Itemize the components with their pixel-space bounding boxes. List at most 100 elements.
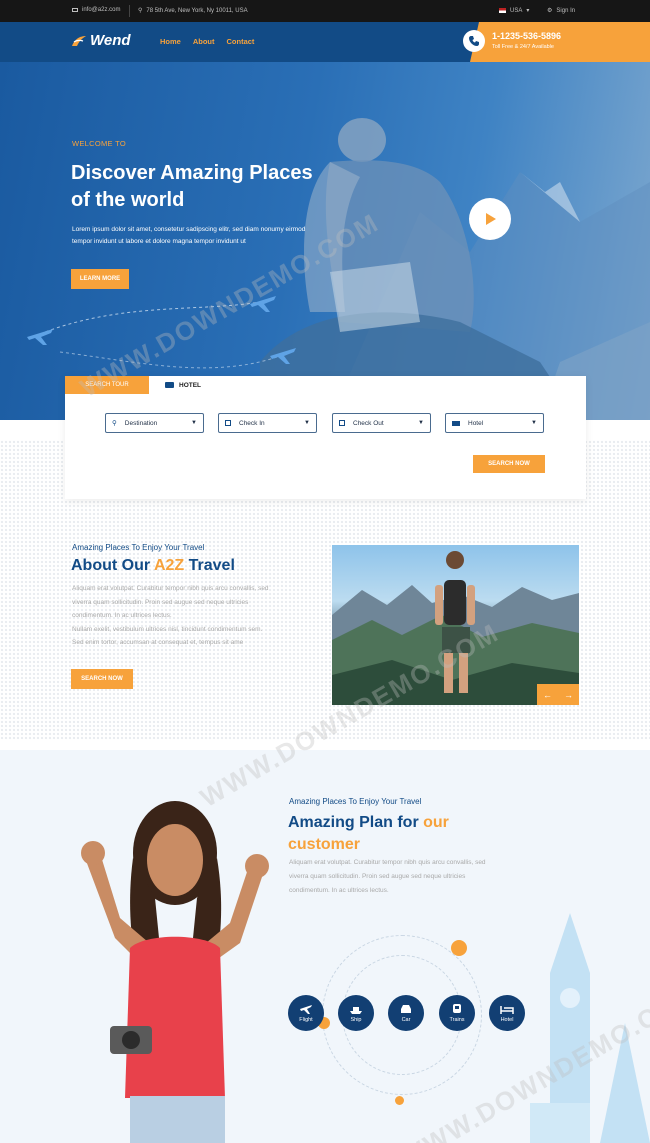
landmarks-illustration bbox=[530, 913, 650, 1143]
destination-select[interactable]: ⚲ Destination ▼ bbox=[105, 413, 204, 433]
phone-icon[interactable] bbox=[463, 30, 485, 52]
orbit-dot bbox=[451, 940, 467, 956]
logo-swoosh-icon bbox=[72, 35, 86, 46]
service-hotel[interactable]: Hotel bbox=[489, 995, 525, 1031]
signin-link[interactable]: ⚙ Sign In bbox=[547, 7, 576, 15]
arrow-left-icon[interactable]: ← bbox=[543, 690, 552, 700]
service-flight[interactable]: Flight bbox=[288, 995, 324, 1031]
calendar-icon bbox=[339, 420, 345, 426]
service-label: Hotel bbox=[500, 1017, 514, 1023]
plan-text-line: condimentum. In ac ultrices lectus. bbox=[289, 887, 389, 894]
airplane-icon bbox=[300, 1005, 312, 1014]
learn-more-button[interactable]: LEARN MORE bbox=[71, 269, 129, 289]
about-text-line: condimentum. In ac ultrices lectus. bbox=[72, 612, 172, 620]
search-panel bbox=[65, 376, 586, 499]
airplane-icon bbox=[27, 329, 53, 345]
about-title-part2: Travel bbox=[184, 557, 235, 574]
location-pin-icon: ⚲ bbox=[112, 420, 117, 427]
service-label: Car bbox=[401, 1017, 411, 1023]
bed-icon bbox=[452, 420, 460, 426]
logo-text: Wend bbox=[90, 32, 131, 49]
service-label: Ship bbox=[350, 1017, 362, 1023]
checkin-select[interactable]: Check In ▼ bbox=[218, 413, 317, 433]
orbit-dot bbox=[395, 1096, 404, 1105]
about-title: About Our A2Z Travel bbox=[71, 557, 235, 575]
service-ship[interactable]: Ship bbox=[338, 995, 374, 1031]
bed-icon bbox=[500, 1006, 514, 1014]
search-now-button[interactable]: SEARCH NOW bbox=[473, 455, 545, 473]
play-icon bbox=[486, 213, 496, 225]
about-text-line: Sed enim tortor, accumsan at consequat e… bbox=[72, 639, 244, 647]
hero-desc-line1: Lorem ipsum dolor sit amet, consetetur s… bbox=[72, 226, 306, 233]
airplane-icon-2 bbox=[250, 296, 276, 312]
tab-hotel-label: HOTEL bbox=[179, 381, 202, 389]
phone-subtext: Toll Free & 24/7 Available bbox=[492, 44, 554, 50]
hotel-label: Hotel bbox=[468, 419, 484, 427]
gear-icon: ⚙ bbox=[547, 8, 553, 14]
email-info[interactable]: info@a2z.com bbox=[72, 7, 120, 13]
play-video-button[interactable] bbox=[469, 198, 511, 240]
plan-kicker: Amazing Places To Enjoy Your Travel bbox=[289, 797, 422, 806]
nav-about[interactable]: About bbox=[193, 37, 215, 46]
about-title-highlight: A2Z bbox=[153, 557, 185, 574]
service-label: Flight bbox=[299, 1017, 313, 1023]
destination-label: Destination bbox=[124, 419, 158, 427]
checkout-select[interactable]: Check Out ▼ bbox=[332, 413, 431, 433]
mail-icon bbox=[72, 8, 78, 12]
calendar-icon bbox=[225, 420, 231, 426]
chevron-down-icon: ▼ bbox=[531, 420, 537, 426]
bed-icon bbox=[165, 382, 174, 388]
address-text: 78 5th Ave, New York, Ny 10011, USA bbox=[146, 7, 248, 14]
about-photo-hiker bbox=[332, 545, 579, 705]
train-icon bbox=[453, 1004, 461, 1013]
chevron-down-icon: ▼ bbox=[418, 420, 424, 426]
hero-title: Discover Amazing Places of the world bbox=[71, 160, 371, 214]
chevron-down-icon: ▼ bbox=[191, 420, 197, 426]
about-search-now-button[interactable]: SEARCH NOW bbox=[71, 669, 133, 689]
address-info: ⚲ 78 5th Ave, New York, Ny 10011, USA bbox=[138, 7, 248, 15]
location-pin-icon: ⚲ bbox=[138, 8, 143, 14]
plan-title: Amazing Plan for our customer bbox=[288, 812, 518, 856]
about-text-line: Aliquam erat volutpat. Curabitur tempor … bbox=[72, 585, 269, 592]
top-bar: info@a2z.com ⚲ 78 5th Ave, New York, Ny … bbox=[0, 0, 650, 22]
nav-home[interactable]: Home bbox=[160, 37, 181, 46]
divider bbox=[129, 5, 130, 17]
car-icon bbox=[401, 1005, 411, 1013]
main-nav: Home About Contact bbox=[160, 37, 254, 46]
slider-controls: ← → bbox=[537, 684, 579, 705]
signin-label: Sign In bbox=[556, 7, 576, 14]
site-logo[interactable]: Wend bbox=[71, 32, 131, 49]
service-trains[interactable]: Trains bbox=[439, 995, 475, 1031]
checkin-label: Check In bbox=[239, 419, 265, 427]
about-text-line: viverra quam sollicitudin. Proin sed aug… bbox=[72, 598, 249, 606]
hero-title-line2: of the world bbox=[71, 189, 185, 211]
nav-contact[interactable]: Contact bbox=[227, 37, 255, 46]
arrow-right-icon[interactable]: → bbox=[564, 690, 573, 700]
ship-icon bbox=[350, 1007, 362, 1014]
tab-search-tour[interactable]: SEARCH TOUR bbox=[65, 376, 149, 394]
plan-text: Aliquam erat volutpat. Curabitur tempor … bbox=[289, 856, 549, 898]
plan-title-part1: Amazing Plan for bbox=[288, 814, 424, 831]
checkout-label: Check Out bbox=[353, 419, 384, 427]
hero-desc-line2: tempor invidunt ut labore et dolore magn… bbox=[72, 238, 246, 245]
airplane-icon-3 bbox=[270, 348, 296, 364]
phone-number[interactable]: 1-1235-536-5896 bbox=[492, 31, 561, 41]
about-text-line: Nullam exelit, vestibulum ultrices nisl,… bbox=[72, 625, 263, 633]
language-selector[interactable]: USA ▾ bbox=[499, 7, 529, 14]
about-kicker: Amazing Places To Enjoy Your Travel bbox=[72, 543, 205, 552]
about-text: Aliquam erat volutpat. Curabitur tempor … bbox=[72, 582, 322, 650]
chevron-down-icon: ▼ bbox=[304, 420, 310, 426]
plan-text-line: Aliquam erat volutpat. Curabitur tempor … bbox=[289, 859, 486, 866]
caret-down-icon: ▾ bbox=[526, 8, 530, 14]
service-car[interactable]: Car bbox=[388, 995, 424, 1031]
hero-title-line1: Discover Amazing Places bbox=[71, 162, 313, 184]
mountain-landscape bbox=[332, 551, 579, 705]
hotel-select[interactable]: Hotel ▼ bbox=[445, 413, 544, 433]
plan-text-line: viverra quam sollicitudin. Proin sed aug… bbox=[289, 873, 466, 880]
woman-photo bbox=[81, 801, 269, 1143]
tab-hotel[interactable]: HOTEL bbox=[165, 376, 201, 394]
phone-banner bbox=[470, 22, 650, 62]
about-title-part1: About Our bbox=[71, 557, 154, 574]
flag-icon bbox=[499, 8, 506, 13]
service-label: Trains bbox=[449, 1017, 465, 1023]
